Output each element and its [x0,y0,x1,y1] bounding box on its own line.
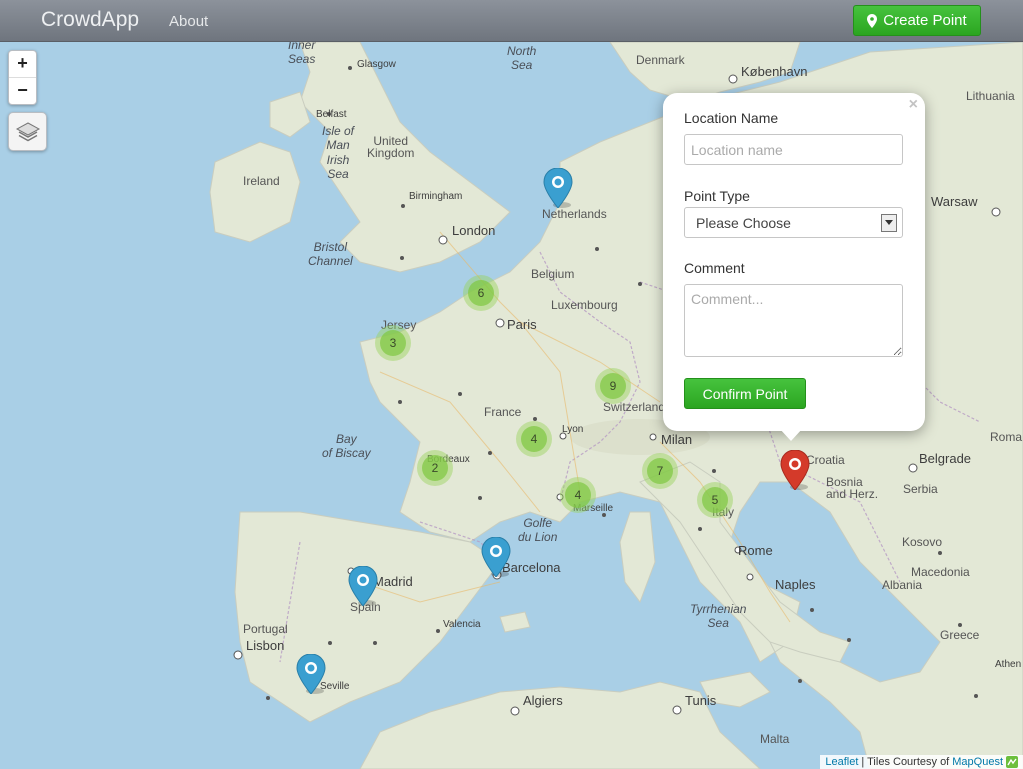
label-romania: Roma [990,430,1023,444]
label-greece: Greece [940,628,980,642]
label-madrid: Madrid [373,574,413,589]
comment-label: Comment [684,260,745,276]
mapquest-link[interactable]: MapQuest [952,756,1003,768]
label-bosnia: Bosnia and Herz. [826,475,879,501]
label-denmark: Denmark [636,53,685,67]
label-valencia: Valencia [443,619,481,630]
label-paris: Paris [507,317,537,332]
zoom-out-button[interactable]: − [9,77,36,104]
layers-icon [15,121,40,141]
brand-logo[interactable]: CrowdApp [41,8,139,32]
label-lisbon: Lisbon [246,638,285,653]
marker-cluster[interactable]: 4 [516,421,552,457]
label-irish-sea: Isle of Man Irish Sea [322,124,355,182]
point-type-select[interactable]: Please Choose [684,207,903,238]
marker-cluster[interactable]: 4 [560,477,596,513]
map-marker-blue[interactable] [543,168,573,208]
label-belfast: Belfast [316,109,347,120]
label-kobenhavn: København [741,64,808,79]
label-serbia: Serbia [903,482,938,496]
map-attribution: Leaflet | Tiles Courtesy of MapQuest [820,755,1023,769]
map-marker-blue[interactable] [481,537,511,577]
label-lyon: Lyon [562,424,584,435]
label-inner-seas: Inner Seas [288,42,316,67]
label-algiers: Algiers [523,693,563,708]
label-belgium: Belgium [531,267,575,281]
marker-cluster[interactable]: 5 [697,482,733,518]
label-bay-of-biscay: Bay of Biscay [322,432,371,461]
zoom-control: + − [8,50,37,105]
top-navbar: CrowdApp About Create Point [0,0,1023,42]
label-portugal: Portugal [243,622,288,636]
attribution-text: | Tiles Courtesy of [861,756,950,768]
label-tyrrhenian-sea: Tyrrhenian Sea [690,602,747,631]
layers-button[interactable] [8,112,47,151]
map-marker-blue[interactable] [296,654,326,694]
label-netherlands: Netherlands [542,207,607,221]
map-marker-icon [867,13,878,28]
marker-cluster[interactable]: 7 [642,453,678,489]
label-luxembourg: Luxembourg [551,298,618,312]
label-malta: Malta [760,732,790,746]
map-marker-red[interactable] [780,450,810,490]
label-bristol-channel: Bristol Channel [308,240,353,269]
popup-tip [779,428,803,441]
label-north-sea: North Sea [507,44,537,73]
label-united-kingdom: United Kingdom [367,134,415,160]
label-albania: Albania [882,578,923,592]
point-type-label: Point Type [684,188,750,204]
location-name-input[interactable] [684,134,903,165]
marker-cluster[interactable]: 2 [417,450,453,486]
label-belgrade: Belgrade [919,451,972,466]
label-naples: Naples [775,577,816,592]
label-macedonia: Macedonia [911,565,970,579]
label-glasgow: Glasgow [357,59,396,70]
marker-cluster[interactable]: 9 [595,368,631,404]
label-kosovo: Kosovo [902,535,943,549]
create-point-popup: × Location Name Point Type Please Choose… [663,93,925,431]
map-marker-blue[interactable] [348,566,378,606]
marker-cluster[interactable]: 6 [463,275,499,311]
zoom-in-button[interactable]: + [9,51,36,77]
create-point-button[interactable]: Create Point [853,5,981,36]
label-lithuania: Lithuania [966,89,1015,103]
label-tunis: Tunis [685,693,717,708]
leaflet-link[interactable]: Leaflet [825,756,858,768]
comment-textarea[interactable] [684,284,903,357]
label-warsaw: Warsaw [931,194,978,209]
mapquest-logo-icon [1006,756,1018,768]
location-name-label: Location Name [684,110,779,126]
label-birmingham: Birmingham [409,191,463,202]
popup-close-button[interactable]: × [909,96,918,114]
label-golfe-du-lion: Golfe du Lion [518,516,558,545]
label-milan: Milan [661,432,693,447]
nav-about-link[interactable]: About [169,13,208,30]
map-canvas[interactable]: Inner Seas North Sea Isle of Man Irish S… [0,42,1023,769]
label-rome: Rome [738,543,773,558]
label-athens: Athen [995,659,1022,670]
label-ireland: Ireland [243,174,280,188]
label-london: London [452,223,496,238]
label-france: France [484,405,522,419]
label-croatia: Croatia [806,453,845,467]
create-point-label: Create Point [883,12,967,29]
chevron-down-icon [881,214,897,232]
confirm-point-button[interactable]: Confirm Point [684,378,806,409]
marker-cluster[interactable]: 3 [375,325,411,361]
point-type-value: Please Choose [696,215,791,231]
